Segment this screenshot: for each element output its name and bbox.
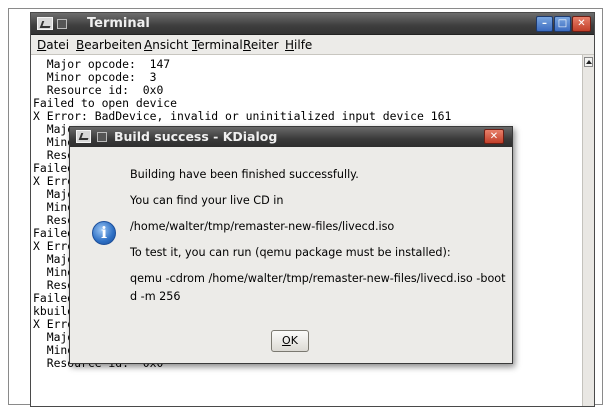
menu-terminal[interactable]: Terminal — [192, 38, 243, 52]
maximize-button[interactable]: □ — [554, 16, 571, 32]
dialog-message-line: d -m 256 — [130, 290, 181, 303]
menubar: Datei Bearbeiten Ansicht Terminal Reiter… — [31, 35, 594, 55]
terminal-app-icon — [57, 19, 67, 29]
minimize-button[interactable]: – — [536, 16, 553, 32]
menu-bearbeiten[interactable]: Bearbeiten — [76, 38, 142, 52]
dialog-titlebar[interactable]: Build success - KDialog ✕ — [70, 127, 512, 147]
menu-datei[interactable]: Datei — [37, 38, 69, 52]
terminal-titlebar[interactable]: Terminal – □ ✕ — [31, 13, 594, 35]
build-success-dialog: Build success - KDialog ✕ i Building hav… — [69, 126, 513, 364]
dialog-window-menu-icon[interactable] — [76, 130, 91, 143]
close-button[interactable]: ✕ — [572, 16, 591, 32]
dialog-app-icon — [97, 132, 107, 142]
terminal-line: X Error: BadDevice, invalid or uninitial… — [33, 109, 452, 123]
info-icon: i — [92, 221, 116, 245]
ok-button[interactable]: OK — [271, 330, 309, 352]
dialog-message-line: You can find your live CD in — [130, 194, 284, 207]
terminal-scrollbar[interactable] — [582, 55, 594, 406]
dialog-message-line: qemu -cdrom /home/walter/tmp/remaster-ne… — [130, 272, 506, 285]
dialog-message-line: /home/walter/tmp/remaster-new-files/live… — [130, 220, 395, 233]
menu-reiter[interactable]: Reiter — [243, 38, 279, 52]
window-menu-icon[interactable] — [37, 17, 53, 30]
dialog-message-line: Building have been finished successfully… — [130, 168, 359, 181]
scroll-up-arrow-icon[interactable] — [584, 57, 593, 67]
menu-hilfe[interactable]: Hilfe — [285, 38, 312, 52]
menu-ansicht[interactable]: Ansicht — [144, 38, 188, 52]
dialog-message-line: To test it, you can run (qemu package mu… — [130, 246, 451, 259]
terminal-title: Terminal — [87, 16, 150, 31]
dialog-title: Build success - KDialog — [114, 129, 278, 144]
dialog-close-button[interactable]: ✕ — [484, 129, 504, 144]
